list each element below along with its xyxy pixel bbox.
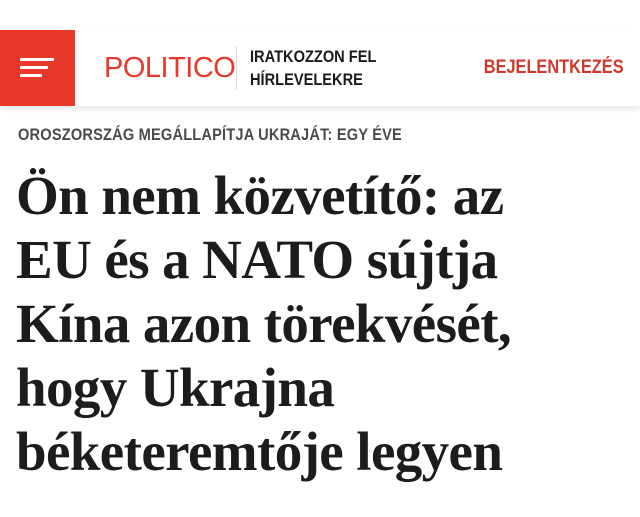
headline-line: hogy Ukrajna [16,357,335,418]
newsletter-signup-link[interactable]: IRATKOZZON FEL HÍRLEVELEKRE [250,45,379,91]
login-button[interactable]: BEJELENTKEZÉS [484,56,624,80]
status-area [0,0,640,30]
headline-line: béketeremtője legyen [16,421,503,482]
menu-button[interactable] [0,30,75,106]
headline-line: Kína azon törekvését, [16,293,512,354]
header-divider [236,46,237,90]
site-header: POLITICO IRATKOZZON FEL HÍRLEVELEKRE BEJ… [0,30,640,106]
article-headline: Ön nem közvetítő: az EU és a NATO sújtja… [16,164,636,484]
headline-line: Ön nem közvetítő: az [16,165,504,226]
article-kicker[interactable]: OROSZORSZÁG MEGÁLLAPÍTJA UKRAJÁT: EGY ÉV… [18,124,402,146]
headline-line: EU és a NATO sújtja [16,229,498,290]
politico-logo[interactable]: POLITICO [104,52,236,84]
